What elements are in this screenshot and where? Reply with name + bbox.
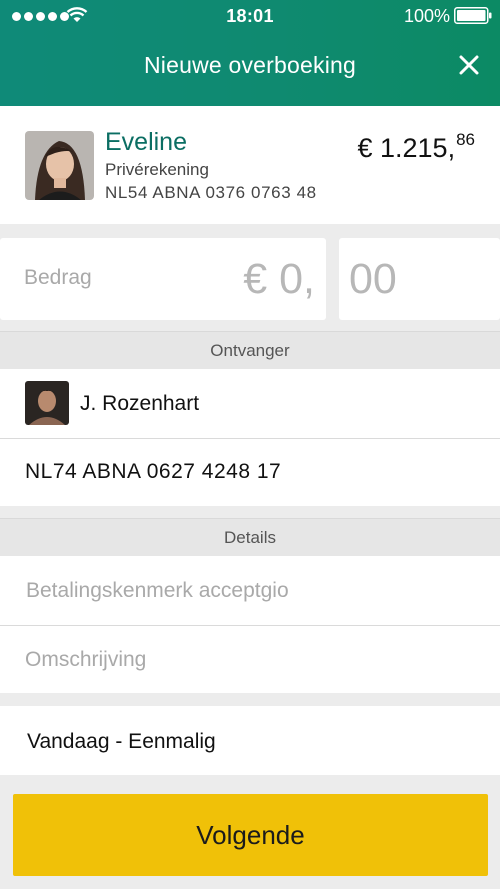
- recipient-avatar: [25, 381, 69, 425]
- recipient-name-row[interactable]: [0, 369, 500, 438]
- section-header-recipient: Ontvanger: [0, 331, 500, 369]
- account-balance: € 1.215,86: [357, 130, 475, 164]
- schedule-value: Vandaag - Eenmalig: [27, 730, 216, 753]
- account-iban: NL54 ABNA 0376 0763 48: [105, 183, 317, 202]
- amount-label: Bedrag: [24, 266, 92, 289]
- recipient-name: J. Rozenhart: [80, 392, 200, 415]
- close-icon[interactable]: [458, 54, 480, 76]
- payment-reference-placeholder: Betalingskenmerk acceptgio: [26, 579, 289, 602]
- status-bar: 18:01 100%: [0, 0, 500, 32]
- account-holder-name: Eveline: [105, 128, 187, 156]
- page-title: Nieuwe overboeking: [143, 52, 356, 78]
- battery-icon: [454, 7, 492, 24]
- balance-main: € 1.215,: [357, 133, 456, 163]
- battery-percent: 100%: [403, 6, 450, 26]
- balance-cents: 86: [456, 130, 475, 149]
- next-button[interactable]: Volgende: [13, 794, 488, 876]
- app-header: 18:01 100% Nieuwe overboeking: [0, 0, 500, 106]
- section-header-details: Details: [0, 518, 500, 556]
- amount-cents-value[interactable]: 00: [349, 255, 397, 304]
- account-avatar: [25, 131, 94, 200]
- recipient-iban: NL74 ABNA 0627 4248 17: [25, 460, 282, 483]
- description-placeholder: Omschrijving: [25, 648, 147, 671]
- amount-euro-value[interactable]: € 0,: [243, 255, 315, 304]
- account-type: Privérekening: [105, 160, 209, 179]
